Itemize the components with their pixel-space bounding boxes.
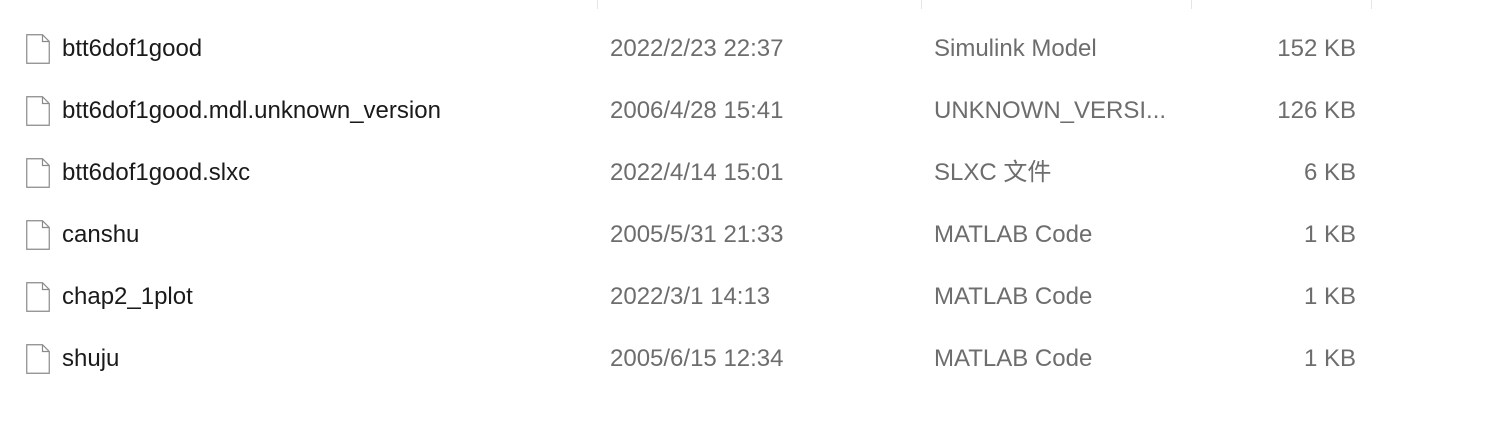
file-date-modified: 2005/5/31 21:33: [610, 221, 784, 248]
file-row[interactable]: chap2_1plot 2022/3/1 14:13 MATLAB Code 1…: [0, 266, 1508, 328]
file-row[interactable]: btt6dof1good 2022/2/23 22:37 Simulink Mo…: [0, 18, 1508, 80]
file-name[interactable]: canshu: [62, 204, 582, 266]
file-name[interactable]: shuju: [62, 328, 582, 390]
file-type: MATLAB Code: [934, 345, 1093, 372]
file-type: UNKNOWN_VERSI...: [934, 97, 1167, 124]
file-list: btt6dof1good 2022/2/23 22:37 Simulink Mo…: [0, 18, 1508, 390]
file-row[interactable]: btt6dof1good.mdl.unknown_version 2006/4/…: [0, 80, 1508, 142]
column-divider-size[interactable]: [1191, 0, 1192, 9]
column-divider-date[interactable]: [597, 0, 598, 9]
file-name[interactable]: btt6dof1good.slxc: [62, 142, 582, 204]
file-icon: [26, 220, 50, 250]
file-date-modified: 2022/3/1 14:13: [610, 283, 771, 310]
file-name[interactable]: chap2_1plot: [62, 266, 582, 328]
file-size: 1 KB: [1303, 345, 1356, 372]
file-size: 152 KB: [1277, 35, 1356, 62]
file-type: MATLAB Code: [934, 221, 1093, 248]
file-size: 6 KB: [1303, 159, 1356, 186]
file-icon: [26, 344, 50, 374]
file-icon: [26, 282, 50, 312]
file-type: Simulink Model: [934, 35, 1097, 62]
file-date-modified: 2022/4/14 15:01: [610, 159, 784, 186]
column-divider-type[interactable]: [921, 0, 922, 9]
file-icon: [26, 158, 50, 188]
file-row[interactable]: shuju 2005/6/15 12:34 MATLAB Code 1 KB: [0, 328, 1508, 390]
file-date-modified: 2006/4/28 15:41: [610, 97, 784, 124]
file-size: 126 KB: [1277, 97, 1356, 124]
file-size: 1 KB: [1303, 221, 1356, 248]
file-row[interactable]: canshu 2005/5/31 21:33 MATLAB Code 1 KB: [0, 204, 1508, 266]
file-date-modified: 2005/6/15 12:34: [610, 345, 784, 372]
file-name[interactable]: btt6dof1good: [62, 18, 582, 80]
column-divider-end[interactable]: [1371, 0, 1372, 9]
file-type: MATLAB Code: [934, 283, 1093, 310]
file-icon: [26, 96, 50, 126]
file-date-modified: 2022/2/23 22:37: [610, 35, 784, 62]
file-size: 1 KB: [1303, 283, 1356, 310]
file-icon: [26, 34, 50, 64]
file-name[interactable]: btt6dof1good.mdl.unknown_version: [62, 80, 582, 142]
file-row[interactable]: btt6dof1good.slxc 2022/4/14 15:01 SLXC 文…: [0, 142, 1508, 204]
file-type: SLXC 文件: [934, 159, 1052, 186]
